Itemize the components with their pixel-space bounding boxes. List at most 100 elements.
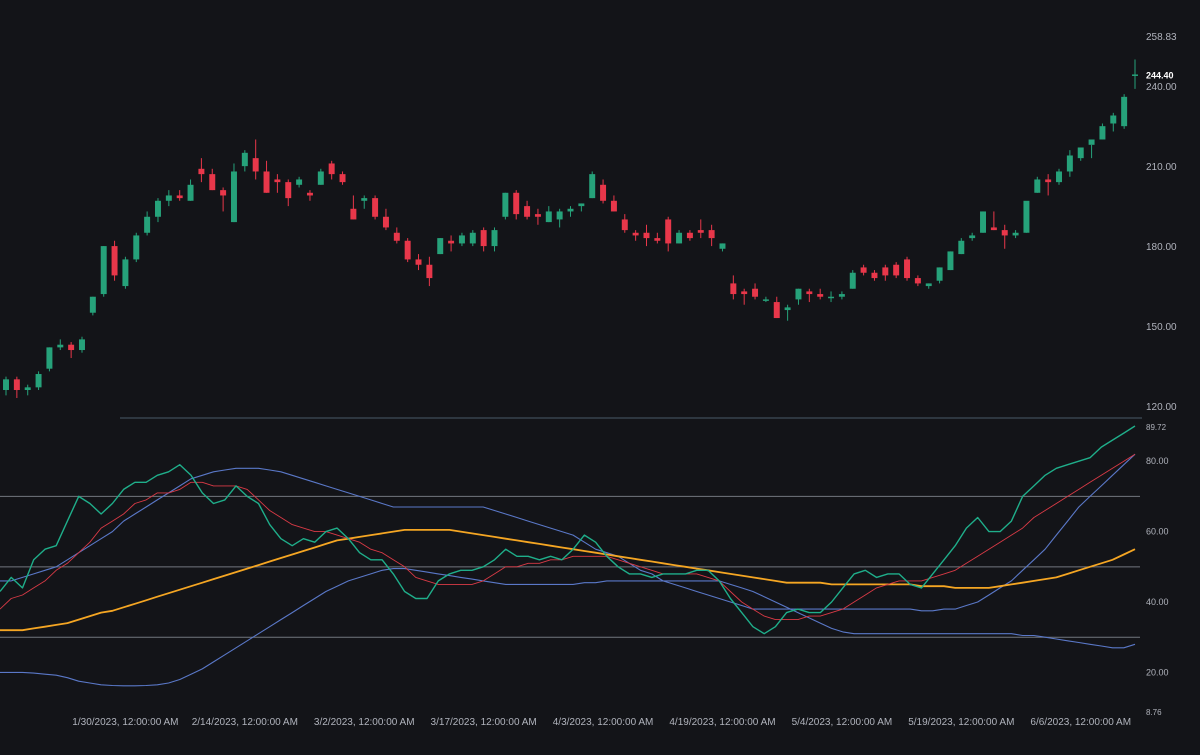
candle-body xyxy=(556,211,563,220)
candle-body xyxy=(534,214,541,217)
price-tick-label: 150.00 xyxy=(1146,322,1177,333)
candle-body xyxy=(632,232,639,236)
candle-body xyxy=(296,179,303,185)
candle-body xyxy=(469,232,476,244)
candle-body xyxy=(393,232,400,241)
candle-body xyxy=(838,294,845,297)
candle-body xyxy=(686,232,693,239)
candle-body xyxy=(361,198,368,201)
candle-body xyxy=(621,219,628,231)
candle-body xyxy=(806,291,813,295)
oscillator-tick-label: 60.00 xyxy=(1146,527,1169,537)
candle-body xyxy=(79,339,85,351)
time-tick-label: 5/4/2023, 12:00:00 AM xyxy=(792,717,893,728)
candle-body xyxy=(111,246,118,276)
candle-body xyxy=(719,243,726,249)
last-price-label: 244.40 xyxy=(1146,70,1174,80)
price-tick-label: 240.00 xyxy=(1146,82,1177,93)
candle-body xyxy=(415,259,422,265)
candle-body xyxy=(502,192,509,217)
candle-body xyxy=(122,259,129,287)
candle-body xyxy=(871,272,878,279)
candle-body xyxy=(198,168,205,175)
candle-body xyxy=(209,174,216,191)
candle-body xyxy=(1066,155,1073,172)
time-tick-label: 6/6/2023, 12:00:00 AM xyxy=(1030,717,1131,728)
candle-body xyxy=(46,347,53,369)
time-axis: 1/30/2023, 12:00:00 AM 2/14/2023, 12:00:0… xyxy=(72,717,1131,728)
candle-body xyxy=(13,379,20,391)
candle-body xyxy=(317,171,324,185)
candle-body xyxy=(285,182,292,199)
candle-body xyxy=(654,238,661,241)
candle-body xyxy=(697,230,704,233)
candle-body xyxy=(784,307,791,311)
candle-body xyxy=(491,230,498,247)
candle-body xyxy=(893,264,900,276)
candle-body xyxy=(3,379,9,391)
candle-body xyxy=(600,184,607,201)
candle-body xyxy=(306,192,313,196)
candle-body xyxy=(665,219,672,244)
candle-body xyxy=(133,235,140,260)
candle-body xyxy=(230,171,237,223)
candle-body xyxy=(274,179,281,183)
candle-body xyxy=(708,230,715,239)
candle-body xyxy=(578,203,585,207)
candle-body xyxy=(57,344,64,348)
candle-body xyxy=(220,190,227,196)
candle-body xyxy=(100,246,107,295)
candle-body xyxy=(1077,147,1084,159)
time-tick-label: 3/2/2023, 12:00:00 AM xyxy=(314,717,415,728)
candle-body xyxy=(89,296,96,313)
candle-body xyxy=(252,158,259,172)
candle-body xyxy=(426,264,433,279)
candle-body xyxy=(404,240,411,260)
time-tick-label: 1/30/2023, 12:00:00 AM xyxy=(72,717,178,728)
candle-body xyxy=(1110,115,1117,124)
candle-body xyxy=(513,192,520,215)
candle-body xyxy=(828,296,835,299)
candle-body xyxy=(144,216,151,233)
candle-body xyxy=(1045,179,1052,183)
oscillator-tick-label: 40.00 xyxy=(1146,597,1169,607)
candle-body xyxy=(1023,200,1030,233)
candle-body xyxy=(263,171,270,193)
candle-body xyxy=(382,216,389,228)
time-tick-label: 4/19/2023, 12:00:00 AM xyxy=(669,717,775,728)
candle-body xyxy=(817,294,824,297)
candle-body xyxy=(339,174,346,183)
candle-body xyxy=(448,240,455,244)
candle-body xyxy=(643,232,650,239)
price-tick-label: 120.00 xyxy=(1146,402,1177,413)
candle-body xyxy=(567,208,574,212)
candle-body xyxy=(1099,126,1106,140)
candle-body xyxy=(458,235,465,244)
chart-svg: 120.00 150.00 180.00 210.00 240.00 258.83 244.… xyxy=(0,0,1200,750)
candle-body xyxy=(68,344,75,351)
candle-body xyxy=(676,232,683,244)
candle-body xyxy=(795,288,802,300)
candle-body xyxy=(958,240,965,255)
candle-body xyxy=(925,283,932,287)
price-tick-label: 258.83 xyxy=(1146,32,1177,43)
candle-body xyxy=(969,235,976,239)
candle-body xyxy=(860,267,867,273)
candle-body xyxy=(1001,230,1008,236)
candle-body xyxy=(730,283,737,295)
candle-body xyxy=(24,387,31,391)
candle-body xyxy=(241,152,248,167)
candle-body xyxy=(350,208,357,220)
candle-body xyxy=(1132,74,1138,76)
time-tick-label: 4/3/2023, 12:00:00 AM xyxy=(553,717,654,728)
candle-body xyxy=(1056,171,1062,183)
candle-body xyxy=(904,259,911,279)
candle-body xyxy=(1088,139,1095,145)
candle-body xyxy=(437,238,444,255)
candle-body xyxy=(752,288,759,297)
candle-body xyxy=(35,374,42,388)
price-tick-label: 180.00 xyxy=(1146,242,1177,253)
candle-body xyxy=(480,230,487,247)
candle-body xyxy=(990,227,997,231)
candle-body xyxy=(154,200,161,217)
